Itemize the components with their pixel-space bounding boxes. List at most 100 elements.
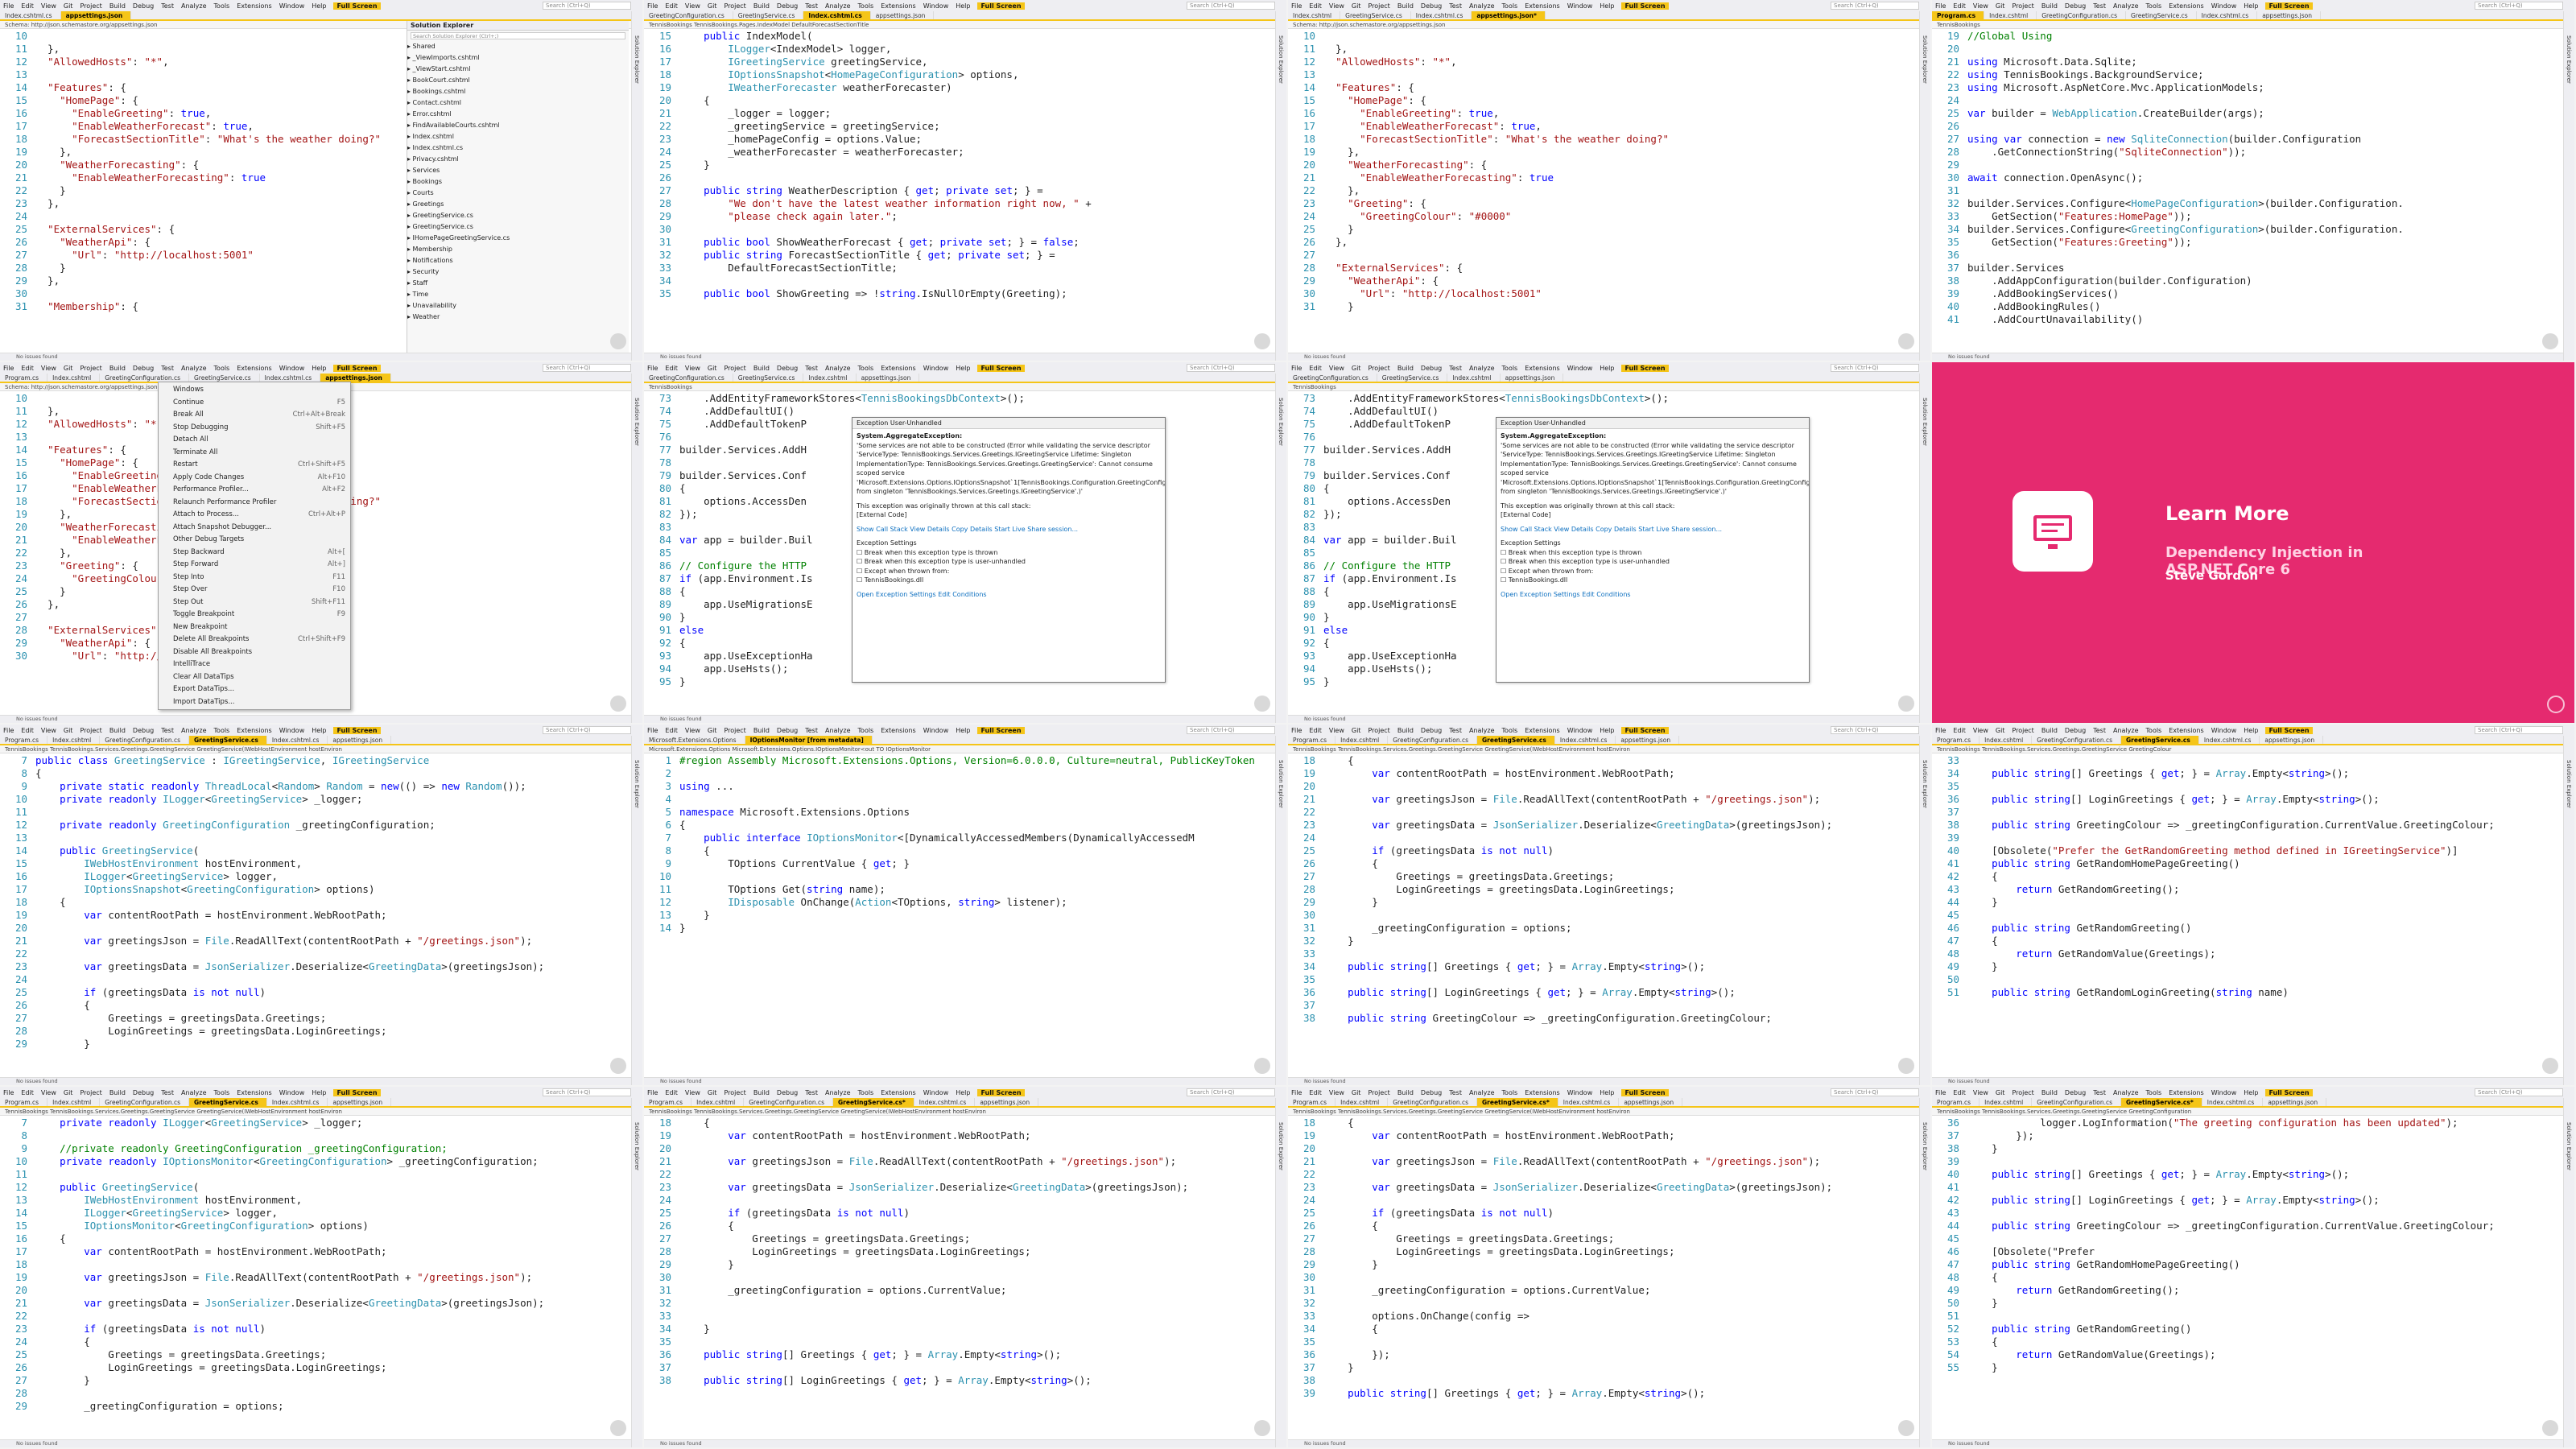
exception-link[interactable]: Show Call Stack: [1501, 526, 1554, 533]
menu-item-analyze[interactable]: Analyze: [1469, 2, 1495, 10]
menu-item-edit[interactable]: Edit: [665, 365, 678, 372]
document-tab[interactable]: appsettings.json: [975, 1098, 1039, 1106]
menu-item-analyze[interactable]: Analyze: [181, 365, 207, 372]
document-tab[interactable]: Index.cshtml.cs: [267, 1098, 328, 1106]
solution-search-input[interactable]: Search Solution Explorer (Ctrl+;): [411, 32, 625, 39]
menu-item-help[interactable]: Help: [2244, 1089, 2258, 1096]
menu-item-git[interactable]: Git: [1996, 1089, 2005, 1096]
menu-item-debug[interactable]: Debug: [1421, 1089, 1442, 1096]
exception-link[interactable]: View Details: [1554, 526, 1596, 533]
search-input[interactable]: Search (Ctrl+Q): [1187, 364, 1275, 372]
menu-item-help[interactable]: Help: [1600, 365, 1614, 372]
menu-item-edit[interactable]: Edit: [21, 727, 34, 734]
document-tab[interactable]: Index.cshtml: [1979, 1098, 2033, 1106]
menu-item-view[interactable]: View: [41, 365, 56, 372]
menu-item-extensions[interactable]: Extensions: [237, 365, 271, 372]
menu-item-extensions[interactable]: Extensions: [881, 2, 915, 10]
menu-item-window[interactable]: Window: [279, 2, 305, 10]
menu-item-view[interactable]: View: [1329, 365, 1344, 372]
document-tab[interactable]: Index.cshtml: [1335, 1098, 1389, 1106]
menu-item-window[interactable]: Window: [279, 727, 305, 734]
document-tab[interactable]: Index.cshtml: [1984, 11, 2037, 19]
menu-item-view[interactable]: View: [1973, 727, 1988, 734]
document-tab[interactable]: appsettings.json: [857, 374, 920, 382]
solution-tree-item[interactable]: ▸ Services: [407, 165, 629, 176]
debug-menu-item[interactable]: Clear All DataTips: [159, 671, 350, 684]
solution-tree-item[interactable]: ▸ Staff: [407, 278, 629, 289]
solution-tree-item[interactable]: ▸ Contact.cshtml: [407, 97, 629, 109]
solution-tree-item[interactable]: ▸ Weather: [407, 312, 629, 323]
menu-item-tools[interactable]: Tools: [858, 2, 874, 10]
navigation-bar[interactable]: TennisBookings TennisBookings.Services.G…: [1288, 745, 1919, 753]
document-tab[interactable]: Microsoft.Extensions.Options: [644, 736, 745, 744]
debug-menu-item[interactable]: Performance Profiler... Alt+F2: [159, 484, 350, 497]
menu-item-debug[interactable]: Debug: [777, 2, 798, 10]
exception-link[interactable]: View Details: [910, 526, 952, 533]
menu-item-extensions[interactable]: Extensions: [881, 365, 915, 372]
menu-item-tools[interactable]: Tools: [214, 727, 230, 734]
exception-footer-link[interactable]: Open Exception Settings: [857, 591, 938, 598]
menu-item-file[interactable]: File: [647, 1089, 658, 1096]
menu-item-test[interactable]: Test: [805, 365, 818, 372]
menu-item-edit[interactable]: Edit: [21, 2, 34, 10]
menu-item-git[interactable]: Git: [708, 365, 717, 372]
menu-item-debug[interactable]: Debug: [1421, 365, 1442, 372]
menu-item-project[interactable]: Project: [724, 727, 745, 734]
document-tab[interactable]: GreetingConfiguration.cs: [100, 374, 189, 382]
code-editor[interactable]: 33 34 public string[] Greetings { get; } …: [1932, 754, 2563, 1077]
menu-item-file[interactable]: File: [647, 365, 658, 372]
menu-item-analyze[interactable]: Analyze: [181, 727, 207, 734]
menu-item-help[interactable]: Help: [312, 2, 326, 10]
debug-menu-item[interactable]: Continue F5: [159, 397, 350, 410]
menu-item-analyze[interactable]: Analyze: [181, 2, 207, 10]
debug-menu-item[interactable]: Attach Snapshot Debugger...: [159, 522, 350, 535]
document-tab[interactable]: Program.cs: [1288, 736, 1336, 744]
menu-item-debug[interactable]: Debug: [133, 2, 154, 10]
solution-tree-item[interactable]: ▸ Notifications: [407, 255, 629, 266]
solution-tree-item[interactable]: ▸ IHomePageGreetingService.cs: [407, 233, 629, 244]
search-input[interactable]: Search (Ctrl+Q): [543, 1088, 631, 1096]
navigation-bar[interactable]: TennisBookings: [1932, 21, 2563, 29]
menu-item-test[interactable]: Test: [161, 727, 174, 734]
document-tab[interactable]: appsettings.json: [1616, 736, 1680, 744]
debug-menu-item[interactable]: Break All Ctrl+Alt+Break: [159, 409, 350, 422]
solution-explorer-sidebar[interactable]: Solution Explorer: [2563, 736, 2574, 1085]
document-tab[interactable]: GreetingService.cs: [1477, 736, 1555, 744]
menu-item-project[interactable]: Project: [1368, 1089, 1389, 1096]
menu-item-file[interactable]: File: [1935, 1089, 1946, 1096]
code-editor[interactable]: 15 public IndexModel(16 ILogger<IndexMod…: [644, 30, 1275, 353]
debug-menu-item[interactable]: Restart Ctrl+Shift+F5: [159, 459, 350, 472]
solution-tree-item[interactable]: ▸ _ViewStart.cshtml: [407, 64, 629, 75]
menu-item-build[interactable]: Build: [753, 2, 770, 10]
menu-item-debug[interactable]: Debug: [1421, 727, 1442, 734]
document-tab[interactable]: Program.cs: [644, 1098, 692, 1106]
debug-menu-item[interactable]: New Breakpoint: [159, 621, 350, 634]
menu-item-edit[interactable]: Edit: [665, 1089, 678, 1096]
menu-item-extensions[interactable]: Extensions: [1525, 1089, 1559, 1096]
document-tab[interactable]: GreetingConfiguration.cs: [644, 11, 733, 19]
navigation-bar[interactable]: TennisBookings: [644, 383, 1275, 391]
menu-item-tools[interactable]: Tools: [214, 365, 230, 372]
menu-item-window[interactable]: Window: [1567, 727, 1593, 734]
menu-item-view[interactable]: View: [1329, 2, 1344, 10]
exception-setting-option[interactable]: ☐ Break when this exception type is user…: [857, 557, 1161, 567]
menu-item-help[interactable]: Help: [1600, 727, 1614, 734]
document-tab[interactable]: Index.cshtml.cs: [1555, 736, 1616, 744]
document-tab[interactable]: Index.cshtml.cs: [803, 11, 871, 19]
menu-item-edit[interactable]: Edit: [1309, 727, 1322, 734]
menu-item-project[interactable]: Project: [2012, 1089, 2033, 1096]
document-tab[interactable]: Program.cs: [0, 736, 48, 744]
debug-menu-item[interactable]: IntelliTrace: [159, 658, 350, 671]
search-input[interactable]: Search (Ctrl+Q): [2475, 726, 2563, 734]
exception-link[interactable]: Show Call Stack: [857, 526, 910, 533]
document-tab[interactable]: Index.cshtml.cs: [0, 11, 61, 19]
search-input[interactable]: Search (Ctrl+Q): [543, 2, 631, 10]
search-input[interactable]: Search (Ctrl+Q): [1187, 1088, 1275, 1096]
exception-link[interactable]: Copy Details: [1596, 526, 1638, 533]
menu-item-edit[interactable]: Edit: [1953, 1089, 1966, 1096]
solution-tree-item[interactable]: ▸ Greetings: [407, 199, 629, 210]
menu-item-test[interactable]: Test: [1449, 2, 1462, 10]
menu-item-analyze[interactable]: Analyze: [181, 1089, 207, 1096]
solution-explorer-sidebar[interactable]: Solution Explorer: [1919, 374, 1930, 723]
document-tab[interactable]: Index.cshtml: [691, 1098, 745, 1106]
